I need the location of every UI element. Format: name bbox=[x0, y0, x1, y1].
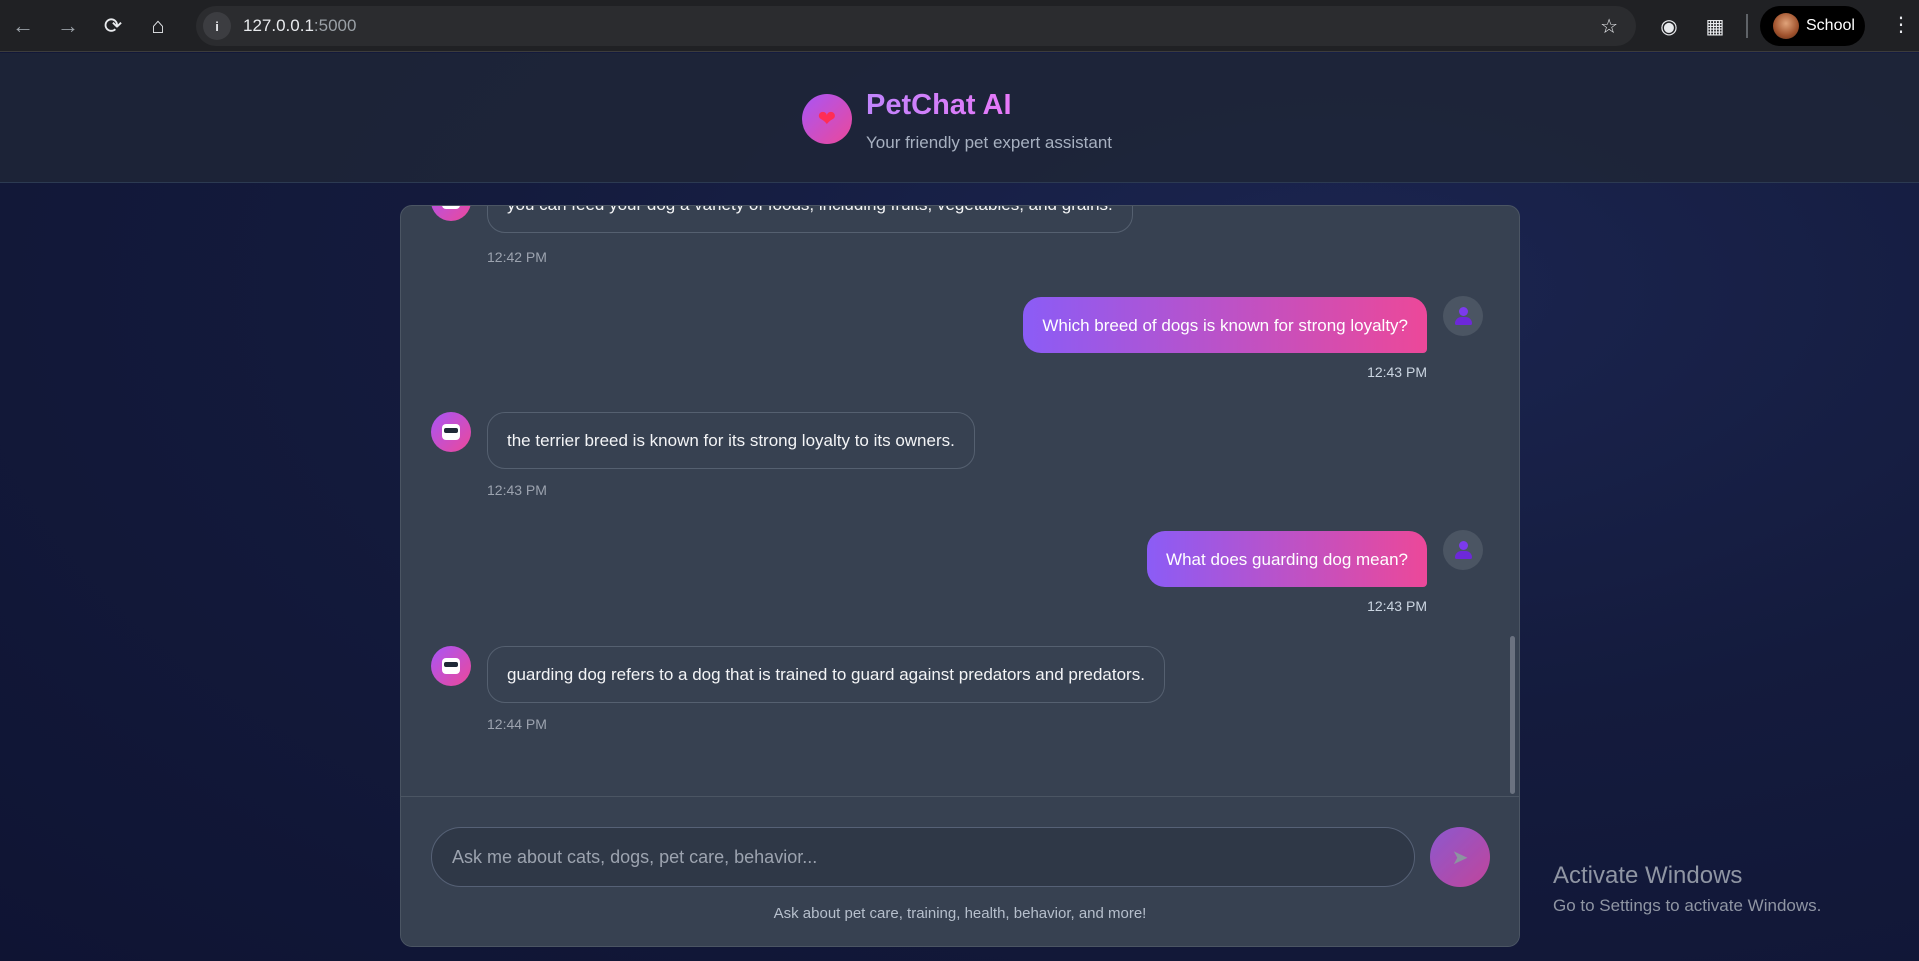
message-time: 12:44 PM bbox=[487, 716, 547, 732]
url-port: :5000 bbox=[313, 16, 357, 35]
extensions-puzzle-icon[interactable]: ▦ bbox=[1701, 12, 1729, 40]
user-message: Which breed of dogs is known for strong … bbox=[1023, 297, 1427, 353]
watermark-title: Activate Windows bbox=[1553, 862, 1743, 889]
input-area: ➤ Ask about pet care, training, health, … bbox=[401, 796, 1519, 946]
profile-avatar bbox=[1773, 13, 1799, 39]
home-icon[interactable]: ⌂ bbox=[136, 4, 180, 48]
user-avatar bbox=[1443, 530, 1483, 570]
url-text: 127.0.0.1:5000 bbox=[243, 16, 356, 36]
url-host: 127.0.0.1 bbox=[243, 16, 314, 35]
chat-input[interactable] bbox=[431, 827, 1415, 887]
message-time: 12:42 PM bbox=[487, 249, 547, 265]
bot-avatar bbox=[431, 206, 471, 221]
user-icon bbox=[1455, 307, 1472, 325]
bot-avatar bbox=[431, 412, 471, 452]
message-time: 12:43 PM bbox=[1367, 364, 1427, 380]
send-button[interactable]: ➤ bbox=[1430, 827, 1490, 887]
site-info-icon[interactable]: i bbox=[203, 12, 231, 40]
robot-icon bbox=[442, 424, 460, 440]
shield-extension-icon[interactable]: ◉ bbox=[1655, 12, 1683, 40]
forward-icon[interactable]: → bbox=[46, 4, 90, 48]
app-title: PetChat AI bbox=[866, 89, 1012, 121]
send-icon: ➤ bbox=[1451, 846, 1469, 869]
toolbar-divider bbox=[1746, 14, 1748, 38]
bot-message: the terrier breed is known for its stron… bbox=[487, 412, 975, 469]
app-header: ❤ PetChat AI Your friendly pet expert as… bbox=[0, 53, 1919, 183]
profile-button[interactable]: School bbox=[1760, 6, 1865, 46]
bot-message: you can feed your dog a variety of foods… bbox=[487, 206, 1133, 233]
message-scrollbar[interactable] bbox=[1510, 636, 1515, 794]
profile-name: School bbox=[1806, 17, 1855, 34]
message-time: 12:43 PM bbox=[1367, 598, 1427, 614]
user-message: What does guarding dog mean? bbox=[1147, 531, 1427, 587]
watermark-subtitle: Go to Settings to activate Windows. bbox=[1553, 896, 1822, 915]
user-icon bbox=[1455, 541, 1472, 559]
robot-icon bbox=[442, 658, 460, 674]
app-subtitle: Your friendly pet expert assistant bbox=[866, 133, 1113, 152]
heart-icon: ❤ bbox=[802, 94, 852, 144]
robot-icon bbox=[442, 206, 460, 209]
browser-menu-icon[interactable]: ⋮ bbox=[1891, 12, 1911, 37]
chat-panel: you can feed your dog a variety of foods… bbox=[400, 205, 1520, 947]
browser-toolbar: ← → ⟳ ⌂ i 127.0.0.1:5000 ☆ ◉ ▦ School ⋮ bbox=[0, 0, 1919, 52]
message-list[interactable]: you can feed your dog a variety of foods… bbox=[401, 206, 1519, 796]
windows-watermark: Activate Windows Go to Settings to activ… bbox=[1553, 862, 1821, 916]
input-hint: Ask about pet care, training, health, be… bbox=[773, 905, 1147, 922]
message-time: 12:43 PM bbox=[487, 482, 547, 498]
reload-icon[interactable]: ⟳ bbox=[91, 4, 135, 48]
address-bar[interactable]: i 127.0.0.1:5000 ☆ bbox=[196, 6, 1636, 46]
bookmark-star-icon[interactable]: ☆ bbox=[1600, 14, 1618, 39]
back-icon[interactable]: ← bbox=[1, 4, 45, 48]
user-avatar bbox=[1443, 296, 1483, 336]
bot-message: guarding dog refers to a dog that is tra… bbox=[487, 646, 1165, 703]
bot-avatar bbox=[431, 646, 471, 686]
